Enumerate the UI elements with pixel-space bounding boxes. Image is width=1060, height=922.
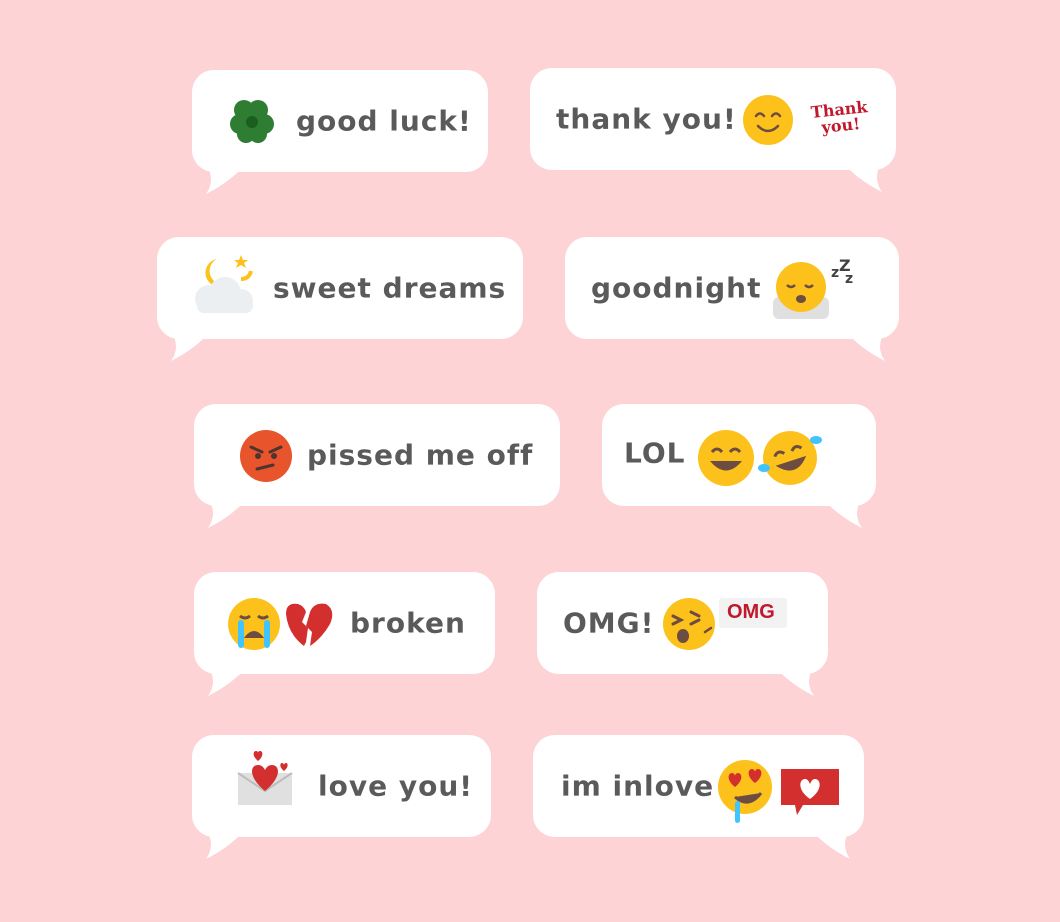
message-bubble-thank-you: thank you! Thank you! [530,68,896,192]
bubble-tail [810,829,850,859]
angry-face-icon [240,430,292,482]
svg-text:z: z [831,265,839,281]
message-text: good luck! [296,104,472,138]
bubble-tail [774,666,814,696]
sleeping-face-icon: z Z z [773,257,853,319]
message-text: love you! [318,769,474,803]
smiling-face-icon [743,95,793,145]
message-text: im inlove [561,769,715,803]
love-letter-icon [237,751,293,805]
bubble-tail [206,164,246,194]
bubble-tail [171,331,211,361]
message-bubble-im-inlove: im inlove [533,735,864,859]
bubble-tail [208,666,248,696]
omg-sticker-text: OMG [727,601,775,623]
message-bubble-broken: broken [194,572,495,696]
four-leaf-clover-icon [230,100,274,143]
bubble-tail [208,498,248,528]
message-bubble-sweet-dreams: sweet dreams [157,237,523,361]
moon-cloud-icon [195,255,253,313]
shocked-face-icon [663,598,715,650]
crying-face-broken-heart-icon [228,598,333,650]
message-text: OMG! [563,606,655,640]
thank-you-sticker: Thank you! [809,97,869,137]
message-bubble-lol: LOL [602,404,876,528]
message-text: LOL [624,436,686,470]
message-text: goodnight [591,271,762,305]
message-bubble-omg: OMG! OMG [537,572,828,696]
message-text: sweet dreams [273,271,507,305]
laughing-faces-icon [698,430,822,486]
svg-text:z: z [845,271,853,287]
message-bubble-goodnight: goodnight z Z z [565,237,899,361]
bubble-tail [206,829,246,859]
message-bubble-good-luck: good luck! [192,70,488,194]
bubble-tail [822,498,862,528]
message-text: broken [350,606,466,640]
message-text: thank you! [556,102,737,136]
message-bubble-pissed-me-off: pissed me off [194,404,560,528]
heart-eyes-heart-notification-icon [718,760,839,823]
omg-sticker: OMG [719,598,787,628]
bubble-tail [842,162,882,192]
message-text: pissed me off [307,438,534,472]
bubble-tail [845,331,885,361]
message-bubble-love-you: love you! [192,735,491,859]
